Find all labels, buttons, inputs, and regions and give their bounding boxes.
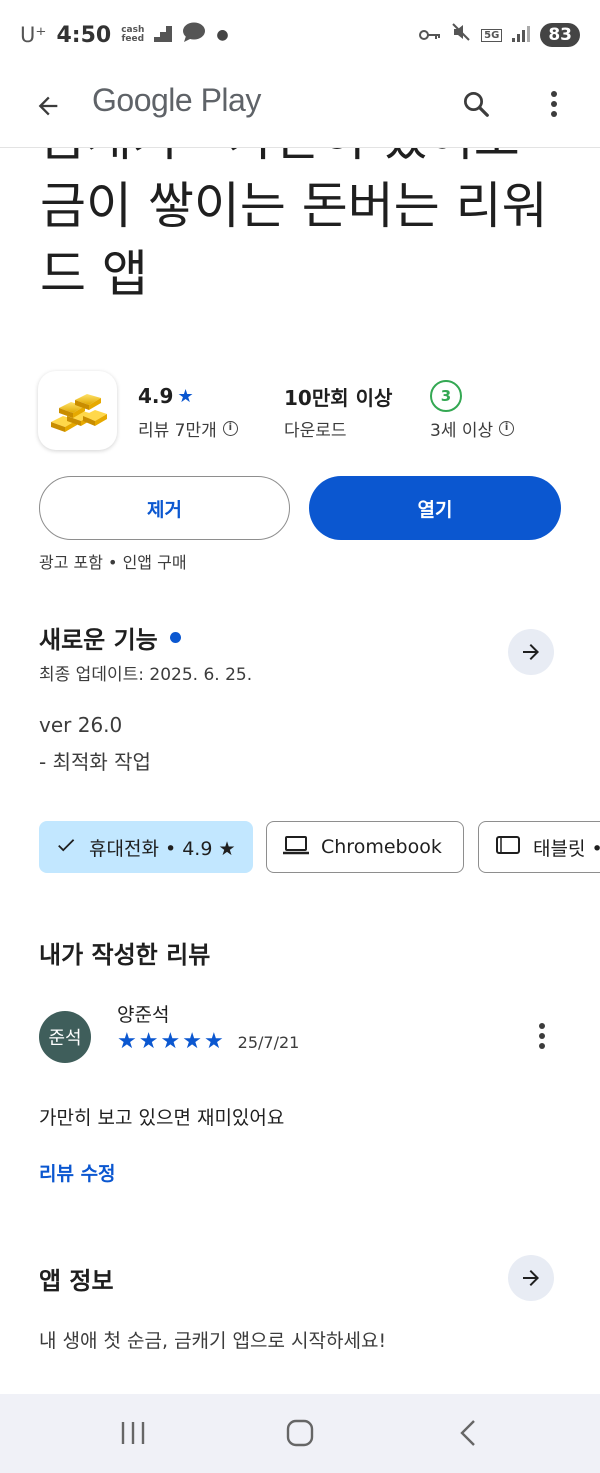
downloads-stat: 10만회 이상 다운로드 [284, 382, 393, 442]
chip-label: Chromebook [321, 836, 442, 858]
laptop-icon [283, 834, 309, 861]
search-icon[interactable] [454, 82, 498, 126]
whats-new-arrow-icon[interactable] [508, 629, 554, 675]
check-icon [55, 834, 77, 861]
home-icon[interactable] [270, 1408, 330, 1458]
more-vert-icon[interactable] [534, 82, 574, 126]
tablet-icon [495, 834, 521, 861]
google-play-logo: Google Play [92, 82, 261, 118]
chip-label: 휴대전화 • 4.9 ★ [89, 837, 236, 860]
star-icon: ★ [160, 1029, 181, 1054]
recents-icon[interactable] [103, 1408, 163, 1458]
chip-chromebook[interactable]: Chromebook [266, 821, 464, 873]
back-arrow-icon[interactable] [26, 84, 70, 128]
age-rating-stat[interactable]: 3 3세 이상 i [430, 380, 515, 441]
carrier-label: U⁺ [20, 23, 47, 47]
downloads-label: 다운로드 [284, 421, 347, 441]
star-icon: ★ [182, 1029, 202, 1054]
back-icon[interactable] [438, 1408, 498, 1458]
battery-indicator: 83 [540, 23, 580, 47]
open-button[interactable]: 열기 [309, 476, 561, 540]
info-icon[interactable]: i [499, 421, 515, 436]
app-title-container: 금캐기 - 가만히 있어도 금이 쌓이는 돈버는 리워드 앱 [0, 148, 600, 348]
new-indicator-dot [169, 632, 181, 643]
whats-new-title[interactable]: 새로운 기능 [39, 620, 181, 655]
mute-icon [451, 22, 471, 48]
star-icon: ★ [138, 1029, 159, 1054]
network-5g-icon: 5G [481, 28, 503, 42]
reviews-count: 리뷰 7만개 [138, 421, 217, 441]
star-icon: ★ [177, 385, 194, 407]
chip-label: 태블릿 • [533, 837, 600, 860]
chip-phone[interactable]: 휴대전화 • 4.9 ★ [39, 821, 253, 873]
review-date: 25/7/21 [237, 1032, 300, 1052]
age-rating-badge-icon: 3 [430, 380, 462, 412]
cashfeed-notification-icon: cash feed [121, 25, 145, 44]
star-icon: ★ [117, 1029, 137, 1054]
app-info-arrow-icon[interactable] [508, 1255, 554, 1301]
reviewer-name: 양준석 [117, 1004, 170, 1026]
signal-icon [512, 23, 531, 48]
version-text: ver 26.0 [39, 713, 123, 737]
review-stars: ★ ★ ★ ★ ★ 25/7/21 [117, 1030, 299, 1054]
chip-tablet[interactable]: 태블릿 • [478, 821, 600, 873]
stairs-notification-icon [154, 23, 173, 48]
update-note: - 최적화 작업 [39, 750, 151, 774]
my-review-title: 내가 작성한 리뷰 [39, 941, 211, 969]
review-more-vert-icon[interactable] [528, 1016, 556, 1056]
rating-value: 4.9 [138, 384, 174, 408]
status-time: 4:50 [56, 22, 112, 48]
app-info-title[interactable]: 앱 정보 [39, 1261, 114, 1296]
chat-bubble-notification-icon [182, 22, 206, 48]
more-notifications-dot-icon: ● [216, 27, 229, 43]
device-chips: 휴대전화 • 4.9 ★ Chromebook 태블릿 • [0, 821, 600, 873]
ads-inapp-note: 광고 포함 • 인앱 구매 [39, 553, 187, 572]
downloads-value: 10만회 이상 [284, 385, 393, 410]
system-nav-bar [0, 1394, 600, 1473]
app-title: 금캐기 - 가만히 있어도 금이 쌓이는 돈버는 리워드 앱 [40, 148, 548, 303]
last-updated: 최종 업데이트: 2025. 6. 25. [39, 665, 253, 685]
info-icon[interactable]: i [222, 421, 238, 436]
star-icon: ★ [203, 1029, 224, 1054]
app-bar: Google Play [0, 70, 600, 148]
age-rating-label: 3세 이상 [430, 421, 494, 441]
status-bar: U⁺ 4:50 cash feed ● 5G 83 [0, 0, 600, 70]
vpn-key-icon [419, 23, 441, 48]
rating-stat[interactable]: 4.9 ★ 리뷰 7만개 i [138, 382, 238, 441]
avatar: 준석 [39, 1011, 91, 1063]
app-info-text: 내 생애 첫 순금, 금캐기 앱으로 시작하세요! [39, 1330, 387, 1352]
uninstall-button[interactable]: 제거 [39, 476, 290, 540]
review-text: 가만히 보고 있으면 재미있어요 [39, 1107, 285, 1129]
edit-review-link[interactable]: 리뷰 수정 [39, 1159, 116, 1186]
gold-bars-icon [38, 371, 117, 450]
